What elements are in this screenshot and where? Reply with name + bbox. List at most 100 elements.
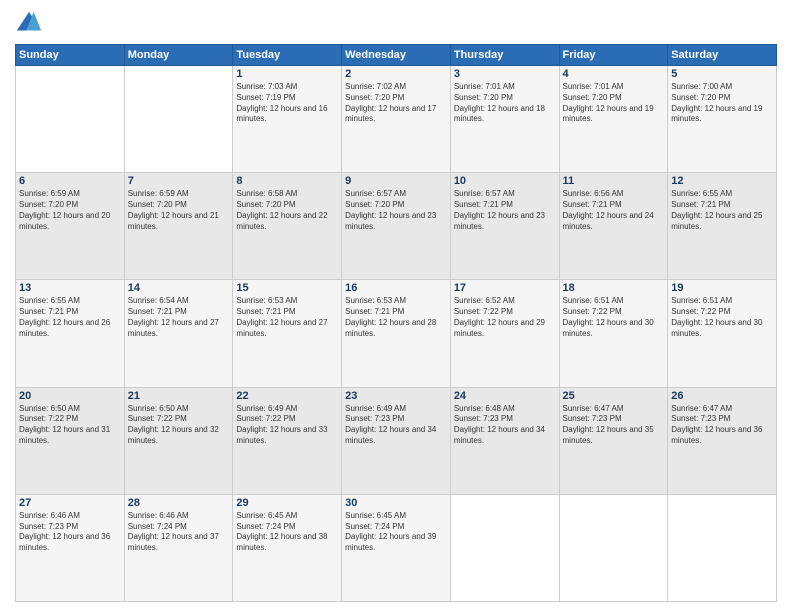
calendar-cell: 10 Sunrise: 6:57 AM Sunset: 7:21 PM Dayli… [450, 173, 559, 280]
cell-info: Sunrise: 6:46 AM Sunset: 7:24 PM Dayligh… [128, 511, 230, 554]
cell-info: Sunrise: 6:58 AM Sunset: 7:20 PM Dayligh… [236, 189, 338, 232]
calendar-cell: 15Sunrise: 6:53 AM Sunset: 7:21 PM Dayli… [233, 280, 342, 387]
calendar-cell: 23 Sunrise: 6:49 AM Sunset: 7:23 PM Dayli… [342, 387, 451, 494]
cell-info: Sunrise: 6:50 AM Sunset: 7:22 PM Dayligh… [128, 404, 230, 447]
cell-info: Sunrise: 6:51 AM Sunset: 7:22 PM Dayligh… [563, 296, 665, 339]
calendar-cell: 9 Sunrise: 6:57 AM Sunset: 7:20 PM Daylig… [342, 173, 451, 280]
calendar-cell: 20 Sunrise: 6:50 AM Sunset: 7:22 PM Dayli… [16, 387, 125, 494]
day-number: 26 [671, 390, 773, 402]
calendar-cell: 12 Sunrise: 6:55 AM Sunset: 7:21 PM Dayli… [668, 173, 777, 280]
cell-info: Sunrise: 6:53 AM Sunset: 7:21 PM Dayligh… [345, 296, 447, 339]
calendar-cell [16, 66, 125, 173]
cell-info: Sunrise: 6:51 AM Sunset: 7:22 PM Dayligh… [671, 296, 773, 339]
calendar-cell: 28 Sunrise: 6:46 AM Sunset: 7:24 PM Dayli… [124, 494, 233, 601]
day-number: 13 [19, 282, 121, 294]
day-number: 3 [454, 68, 556, 80]
cell-info: Sunrise: 6:57 AM Sunset: 7:21 PM Dayligh… [454, 189, 556, 232]
calendar-cell: 8 Sunrise: 6:58 AM Sunset: 7:20 PM Daylig… [233, 173, 342, 280]
cell-info: Sunrise: 6:54 AM Sunset: 7:21 PM Dayligh… [128, 296, 230, 339]
day-number: 22 [236, 390, 338, 402]
calendar-cell: 29 Sunrise: 6:45 AM Sunset: 7:24 PM Dayli… [233, 494, 342, 601]
calendar-cell: 22 Sunrise: 6:49 AM Sunset: 7:22 PM Dayli… [233, 387, 342, 494]
cell-info: Sunrise: 6:53 AM Sunset: 7:21 PM Dayligh… [236, 296, 338, 339]
day-header-monday: Monday [124, 45, 233, 66]
day-number: 11 [563, 175, 665, 187]
cell-info: Sunrise: 7:00 AM Sunset: 7:20 PM Dayligh… [671, 82, 773, 125]
day-number: 10 [454, 175, 556, 187]
day-number: 5 [671, 68, 773, 80]
calendar-cell: 27 Sunrise: 6:46 AM Sunset: 7:23 PM Dayli… [16, 494, 125, 601]
cell-info: Sunrise: 7:02 AM Sunset: 7:20 PM Dayligh… [345, 82, 447, 125]
calendar-cell: 1 Sunrise: 7:03 AM Sunset: 7:19 PM Daylig… [233, 66, 342, 173]
cell-info: Sunrise: 6:56 AM Sunset: 7:21 PM Dayligh… [563, 189, 665, 232]
calendar-cell: 5 Sunrise: 7:00 AM Sunset: 7:20 PM Daylig… [668, 66, 777, 173]
calendar-cell: 17 Sunrise: 6:52 AM Sunset: 7:22 PM Dayli… [450, 280, 559, 387]
calendar-cell [559, 494, 668, 601]
day-number: 27 [19, 497, 121, 509]
day-number: 1 [236, 68, 338, 80]
cell-info: Sunrise: 6:55 AM Sunset: 7:21 PM Dayligh… [19, 296, 121, 339]
day-number: 9 [345, 175, 447, 187]
cell-info: Sunrise: 6:59 AM Sunset: 7:20 PM Dayligh… [128, 189, 230, 232]
logo-icon [15, 10, 43, 38]
calendar-cell [124, 66, 233, 173]
calendar-cell: 25 Sunrise: 6:47 AM Sunset: 7:23 PM Dayli… [559, 387, 668, 494]
cell-info: Sunrise: 6:46 AM Sunset: 7:23 PM Dayligh… [19, 511, 121, 554]
cell-info: Sunrise: 6:48 AM Sunset: 7:23 PM Dayligh… [454, 404, 556, 447]
cell-info: Sunrise: 6:45 AM Sunset: 7:24 PM Dayligh… [345, 511, 447, 554]
cell-info: Sunrise: 6:47 AM Sunset: 7:23 PM Dayligh… [563, 404, 665, 447]
cell-info: Sunrise: 6:57 AM Sunset: 7:20 PM Dayligh… [345, 189, 447, 232]
cell-info: Sunrise: 6:55 AM Sunset: 7:21 PM Dayligh… [671, 189, 773, 232]
day-number: 23 [345, 390, 447, 402]
calendar-cell: 26Sunrise: 6:47 AM Sunset: 7:23 PM Dayli… [668, 387, 777, 494]
cell-info: Sunrise: 6:45 AM Sunset: 7:24 PM Dayligh… [236, 511, 338, 554]
calendar-cell [450, 494, 559, 601]
calendar-cell: 2Sunrise: 7:02 AM Sunset: 7:20 PM Daylig… [342, 66, 451, 173]
day-number: 29 [236, 497, 338, 509]
day-number: 12 [671, 175, 773, 187]
calendar-cell: 13 Sunrise: 6:55 AM Sunset: 7:21 PM Dayli… [16, 280, 125, 387]
day-number: 20 [19, 390, 121, 402]
day-number: 25 [563, 390, 665, 402]
day-number: 30 [345, 497, 447, 509]
day-header-tuesday: Tuesday [233, 45, 342, 66]
day-header-friday: Friday [559, 45, 668, 66]
calendar-cell: 4 Sunrise: 7:01 AM Sunset: 7:20 PM Daylig… [559, 66, 668, 173]
day-number: 17 [454, 282, 556, 294]
cell-info: Sunrise: 7:01 AM Sunset: 7:20 PM Dayligh… [563, 82, 665, 125]
day-header-sunday: Sunday [16, 45, 125, 66]
day-number: 7 [128, 175, 230, 187]
cell-info: Sunrise: 6:52 AM Sunset: 7:22 PM Dayligh… [454, 296, 556, 339]
calendar-cell: 16 Sunrise: 6:53 AM Sunset: 7:21 PM Dayli… [342, 280, 451, 387]
calendar-cell: 18Sunrise: 6:51 AM Sunset: 7:22 PM Dayli… [559, 280, 668, 387]
logo [15, 10, 47, 38]
day-number: 6 [19, 175, 121, 187]
day-number: 4 [563, 68, 665, 80]
cell-info: Sunrise: 7:01 AM Sunset: 7:20 PM Dayligh… [454, 82, 556, 125]
day-header-saturday: Saturday [668, 45, 777, 66]
calendar-cell: 30 Sunrise: 6:45 AM Sunset: 7:24 PM Dayli… [342, 494, 451, 601]
calendar-cell [668, 494, 777, 601]
day-number: 8 [236, 175, 338, 187]
day-header-thursday: Thursday [450, 45, 559, 66]
calendar-cell: 7 Sunrise: 6:59 AM Sunset: 7:20 PM Daylig… [124, 173, 233, 280]
calendar-cell: 3 Sunrise: 7:01 AM Sunset: 7:20 PM Daylig… [450, 66, 559, 173]
day-number: 28 [128, 497, 230, 509]
day-number: 24 [454, 390, 556, 402]
header [15, 10, 777, 38]
cell-info: Sunrise: 6:59 AM Sunset: 7:20 PM Dayligh… [19, 189, 121, 232]
day-number: 14 [128, 282, 230, 294]
cell-info: Sunrise: 6:49 AM Sunset: 7:23 PM Dayligh… [345, 404, 447, 447]
calendar-cell: 6 Sunrise: 6:59 AM Sunset: 7:20 PM Daylig… [16, 173, 125, 280]
day-number: 16 [345, 282, 447, 294]
day-number: 21 [128, 390, 230, 402]
cell-info: Sunrise: 6:50 AM Sunset: 7:22 PM Dayligh… [19, 404, 121, 447]
calendar-cell: 24 Sunrise: 6:48 AM Sunset: 7:23 PM Dayli… [450, 387, 559, 494]
calendar-table: SundayMondayTuesdayWednesdayThursdayFrid… [15, 44, 777, 602]
day-header-wednesday: Wednesday [342, 45, 451, 66]
page: SundayMondayTuesdayWednesdayThursdayFrid… [0, 0, 792, 612]
cell-info: Sunrise: 7:03 AM Sunset: 7:19 PM Dayligh… [236, 82, 338, 125]
calendar-cell: 19Sunrise: 6:51 AM Sunset: 7:22 PM Dayli… [668, 280, 777, 387]
calendar-cell: 14 Sunrise: 6:54 AM Sunset: 7:21 PM Dayli… [124, 280, 233, 387]
cell-info: Sunrise: 6:49 AM Sunset: 7:22 PM Dayligh… [236, 404, 338, 447]
